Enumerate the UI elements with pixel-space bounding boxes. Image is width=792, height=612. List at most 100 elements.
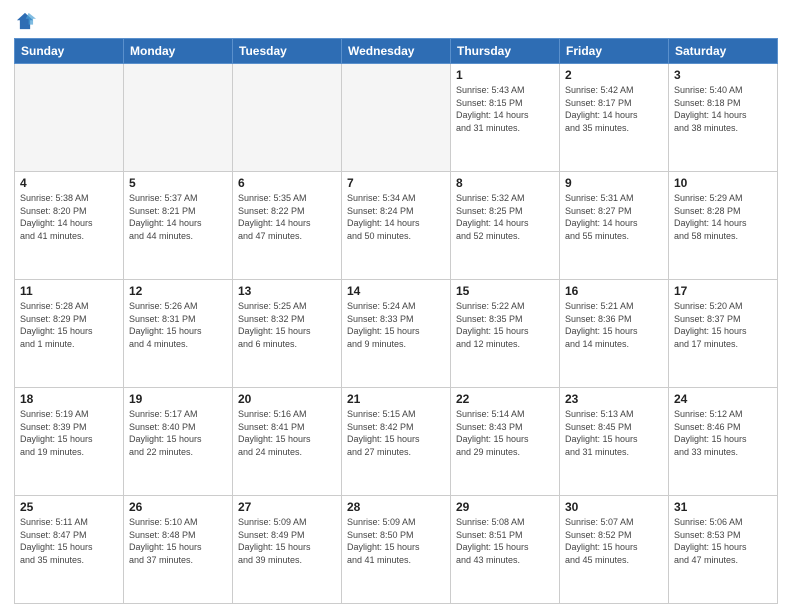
- day-number: 5: [129, 176, 227, 190]
- calendar-cell: 7Sunrise: 5:34 AM Sunset: 8:24 PM Daylig…: [342, 172, 451, 280]
- day-number: 8: [456, 176, 554, 190]
- col-header-wednesday: Wednesday: [342, 39, 451, 64]
- calendar-cell: 12 Sunrise: 5:26 AM Sunset: 8:31 PM Dayli…: [124, 280, 233, 388]
- calendar-cell: 10 Sunrise: 5:29 AM Sunset: 8:28 PM Dayli…: [669, 172, 778, 280]
- day-info: Sunrise: 5:32 AM Sunset: 8:25 PM Dayligh…: [456, 192, 554, 242]
- calendar-cell: 29Sunrise: 5:08 AM Sunset: 8:51 PM Dayli…: [451, 496, 560, 604]
- calendar-cell: 22 Sunrise: 5:14 AM Sunset: 8:43 PM Dayli…: [451, 388, 560, 496]
- day-number: 2: [565, 68, 663, 82]
- week-row-5: 25 Sunrise: 5:11 AM Sunset: 8:47 PM Dayli…: [15, 496, 778, 604]
- calendar-cell: 20 Sunrise: 5:16 AM Sunset: 8:41 PM Dayli…: [233, 388, 342, 496]
- day-number: 26: [129, 500, 227, 514]
- day-info: Sunrise: 5:21 AM Sunset: 8:36 PM Dayligh…: [565, 300, 663, 350]
- day-info: Sunrise: 5:09 AM Sunset: 8:50 PM Dayligh…: [347, 516, 445, 566]
- day-number: 29: [456, 500, 554, 514]
- day-number: 20: [238, 392, 336, 406]
- day-number: 4: [20, 176, 118, 190]
- day-number: 24: [674, 392, 772, 406]
- day-number: 28: [347, 500, 445, 514]
- calendar-cell: 6 Sunrise: 5:35 AM Sunset: 8:22 PM Daylig…: [233, 172, 342, 280]
- calendar-cell: 31 Sunrise: 5:06 AM Sunset: 8:53 PM Dayli…: [669, 496, 778, 604]
- day-number: 19: [129, 392, 227, 406]
- day-number: 1: [456, 68, 554, 82]
- week-row-2: 4 Sunrise: 5:38 AM Sunset: 8:20 PM Daylig…: [15, 172, 778, 280]
- day-number: 3: [674, 68, 772, 82]
- calendar-cell: [233, 64, 342, 172]
- calendar-cell: 27 Sunrise: 5:09 AM Sunset: 8:49 PM Dayli…: [233, 496, 342, 604]
- calendar-cell: [124, 64, 233, 172]
- day-info: Sunrise: 5:09 AM Sunset: 8:49 PM Dayligh…: [238, 516, 336, 566]
- day-info: Sunrise: 5:35 AM Sunset: 8:22 PM Dayligh…: [238, 192, 336, 242]
- calendar-cell: [342, 64, 451, 172]
- day-number: 21: [347, 392, 445, 406]
- day-info: Sunrise: 5:13 AM Sunset: 8:45 PM Dayligh…: [565, 408, 663, 458]
- day-info: Sunrise: 5:11 AM Sunset: 8:47 PM Dayligh…: [20, 516, 118, 566]
- calendar-cell: 24 Sunrise: 5:12 AM Sunset: 8:46 PM Dayli…: [669, 388, 778, 496]
- day-info: Sunrise: 5:12 AM Sunset: 8:46 PM Dayligh…: [674, 408, 772, 458]
- calendar-cell: 4 Sunrise: 5:38 AM Sunset: 8:20 PM Daylig…: [15, 172, 124, 280]
- calendar-cell: 1 Sunrise: 5:43 AM Sunset: 8:15 PM Daylig…: [451, 64, 560, 172]
- day-number: 18: [20, 392, 118, 406]
- day-info: Sunrise: 5:34 AM Sunset: 8:24 PM Dayligh…: [347, 192, 445, 242]
- header: [14, 10, 778, 32]
- logo: [14, 10, 40, 32]
- week-row-4: 18 Sunrise: 5:19 AM Sunset: 8:39 PM Dayli…: [15, 388, 778, 496]
- calendar-body: 1 Sunrise: 5:43 AM Sunset: 8:15 PM Daylig…: [15, 64, 778, 604]
- col-header-friday: Friday: [560, 39, 669, 64]
- week-row-3: 11Sunrise: 5:28 AM Sunset: 8:29 PM Dayli…: [15, 280, 778, 388]
- calendar-cell: 15 Sunrise: 5:22 AM Sunset: 8:35 PM Dayli…: [451, 280, 560, 388]
- calendar-cell: 26 Sunrise: 5:10 AM Sunset: 8:48 PM Dayli…: [124, 496, 233, 604]
- calendar-cell: 28 Sunrise: 5:09 AM Sunset: 8:50 PM Dayli…: [342, 496, 451, 604]
- calendar-cell: 19 Sunrise: 5:17 AM Sunset: 8:40 PM Dayli…: [124, 388, 233, 496]
- page: SundayMondayTuesdayWednesdayThursdayFrid…: [0, 0, 792, 612]
- day-info: Sunrise: 5:17 AM Sunset: 8:40 PM Dayligh…: [129, 408, 227, 458]
- calendar-cell: 11Sunrise: 5:28 AM Sunset: 8:29 PM Dayli…: [15, 280, 124, 388]
- calendar-cell: 14Sunrise: 5:24 AM Sunset: 8:33 PM Dayli…: [342, 280, 451, 388]
- day-info: Sunrise: 5:20 AM Sunset: 8:37 PM Dayligh…: [674, 300, 772, 350]
- day-number: 13: [238, 284, 336, 298]
- day-info: Sunrise: 5:22 AM Sunset: 8:35 PM Dayligh…: [456, 300, 554, 350]
- day-number: 31: [674, 500, 772, 514]
- day-number: 27: [238, 500, 336, 514]
- day-number: 9: [565, 176, 663, 190]
- day-info: Sunrise: 5:28 AM Sunset: 8:29 PM Dayligh…: [20, 300, 118, 350]
- col-header-saturday: Saturday: [669, 39, 778, 64]
- calendar-cell: 21 Sunrise: 5:15 AM Sunset: 8:42 PM Dayli…: [342, 388, 451, 496]
- day-number: 16: [565, 284, 663, 298]
- day-number: 22: [456, 392, 554, 406]
- day-number: 30: [565, 500, 663, 514]
- day-info: Sunrise: 5:43 AM Sunset: 8:15 PM Dayligh…: [456, 84, 554, 134]
- day-info: Sunrise: 5:42 AM Sunset: 8:17 PM Dayligh…: [565, 84, 663, 134]
- day-number: 23: [565, 392, 663, 406]
- day-info: Sunrise: 5:37 AM Sunset: 8:21 PM Dayligh…: [129, 192, 227, 242]
- week-row-1: 1 Sunrise: 5:43 AM Sunset: 8:15 PM Daylig…: [15, 64, 778, 172]
- day-info: Sunrise: 5:19 AM Sunset: 8:39 PM Dayligh…: [20, 408, 118, 458]
- header-row: SundayMondayTuesdayWednesdayThursdayFrid…: [15, 39, 778, 64]
- day-number: 25: [20, 500, 118, 514]
- day-info: Sunrise: 5:14 AM Sunset: 8:43 PM Dayligh…: [456, 408, 554, 458]
- day-number: 10: [674, 176, 772, 190]
- day-info: Sunrise: 5:25 AM Sunset: 8:32 PM Dayligh…: [238, 300, 336, 350]
- calendar-cell: 5 Sunrise: 5:37 AM Sunset: 8:21 PM Daylig…: [124, 172, 233, 280]
- day-info: Sunrise: 5:10 AM Sunset: 8:48 PM Dayligh…: [129, 516, 227, 566]
- calendar-cell: 3Sunrise: 5:40 AM Sunset: 8:18 PM Daylig…: [669, 64, 778, 172]
- day-number: 12: [129, 284, 227, 298]
- calendar-cell: 13 Sunrise: 5:25 AM Sunset: 8:32 PM Dayli…: [233, 280, 342, 388]
- calendar-cell: 9Sunrise: 5:31 AM Sunset: 8:27 PM Daylig…: [560, 172, 669, 280]
- day-info: Sunrise: 5:07 AM Sunset: 8:52 PM Dayligh…: [565, 516, 663, 566]
- day-info: Sunrise: 5:38 AM Sunset: 8:20 PM Dayligh…: [20, 192, 118, 242]
- day-number: 15: [456, 284, 554, 298]
- day-number: 6: [238, 176, 336, 190]
- day-info: Sunrise: 5:26 AM Sunset: 8:31 PM Dayligh…: [129, 300, 227, 350]
- calendar-cell: 23 Sunrise: 5:13 AM Sunset: 8:45 PM Dayli…: [560, 388, 669, 496]
- col-header-tuesday: Tuesday: [233, 39, 342, 64]
- col-header-sunday: Sunday: [15, 39, 124, 64]
- calendar-cell: 16 Sunrise: 5:21 AM Sunset: 8:36 PM Dayli…: [560, 280, 669, 388]
- day-info: Sunrise: 5:16 AM Sunset: 8:41 PM Dayligh…: [238, 408, 336, 458]
- day-info: Sunrise: 5:15 AM Sunset: 8:42 PM Dayligh…: [347, 408, 445, 458]
- calendar-cell: 17Sunrise: 5:20 AM Sunset: 8:37 PM Dayli…: [669, 280, 778, 388]
- calendar-cell: 18 Sunrise: 5:19 AM Sunset: 8:39 PM Dayli…: [15, 388, 124, 496]
- calendar-header: SundayMondayTuesdayWednesdayThursdayFrid…: [15, 39, 778, 64]
- day-info: Sunrise: 5:06 AM Sunset: 8:53 PM Dayligh…: [674, 516, 772, 566]
- day-info: Sunrise: 5:29 AM Sunset: 8:28 PM Dayligh…: [674, 192, 772, 242]
